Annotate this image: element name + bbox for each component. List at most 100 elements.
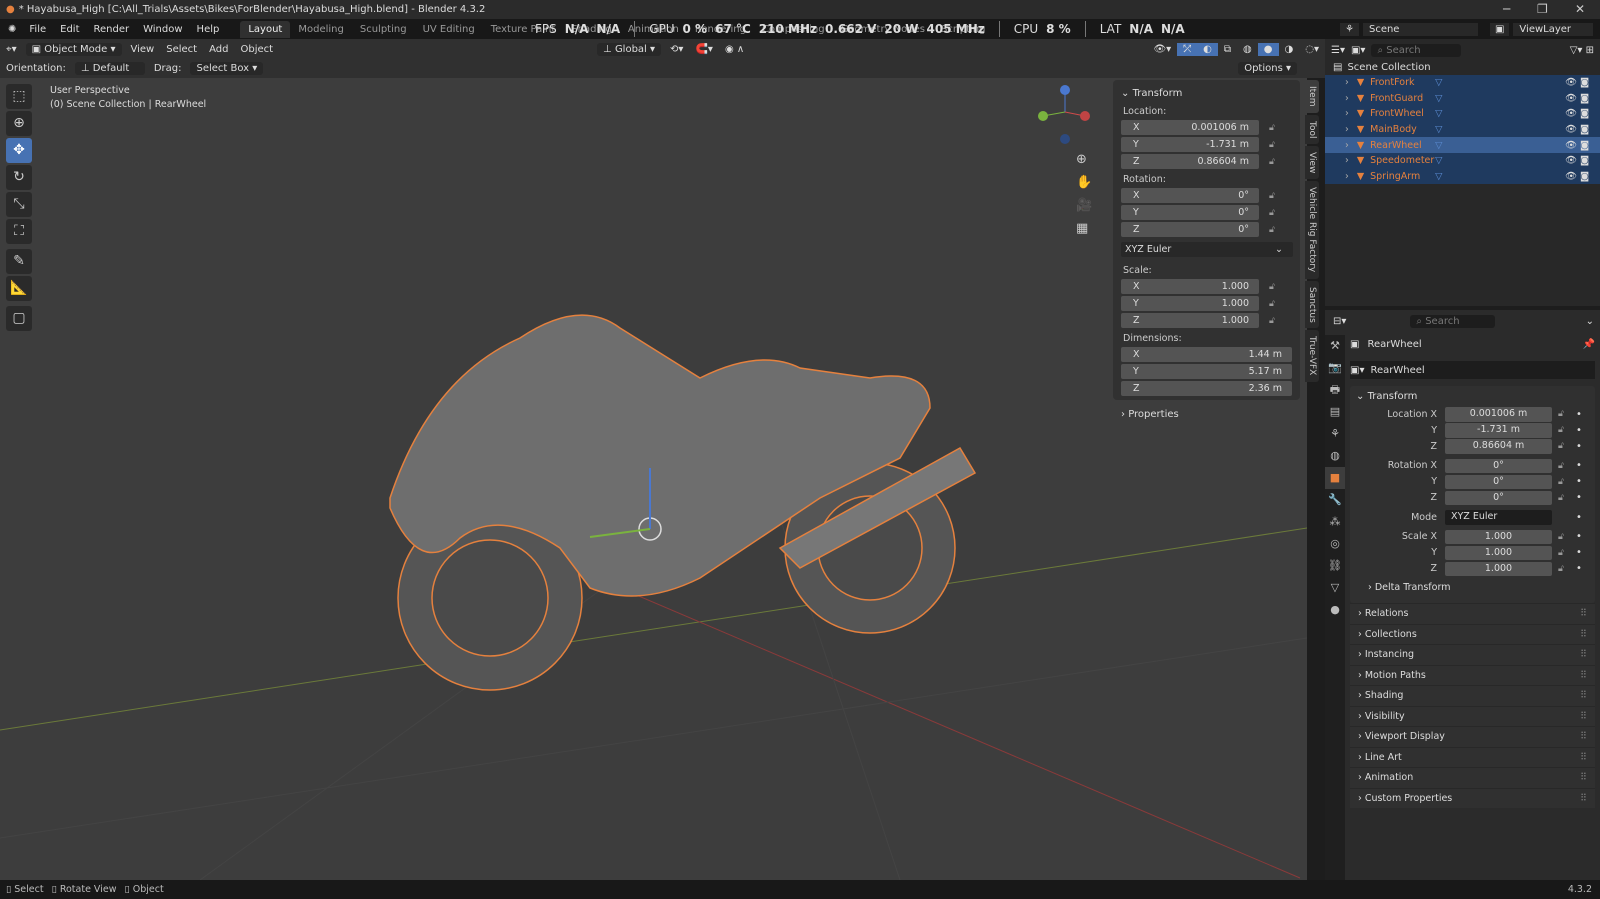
tab-modeling[interactable]: Modeling: [290, 21, 352, 38]
location-y-field[interactable]: Y -1.731 m: [1121, 137, 1259, 152]
location-z-field[interactable]: Z 0.86604 m: [1121, 154, 1259, 169]
menu-render[interactable]: Render: [87, 24, 137, 35]
properties-tab-tool-icon[interactable]: ⚒: [1325, 335, 1345, 357]
sidebar-tab-view[interactable]: View: [1305, 145, 1319, 180]
material-shading-icon[interactable]: ◑: [1279, 43, 1300, 56]
location-x-field[interactable]: X 0.001006 m: [1121, 120, 1259, 135]
expand-chevron-icon[interactable]: ›: [1345, 155, 1349, 166]
drag-handle-icon[interactable]: ⠿: [1580, 752, 1587, 763]
render-camera-icon[interactable]: ◙: [1580, 171, 1589, 182]
section-motion-paths[interactable]: › Motion Paths ⠿: [1350, 664, 1595, 685]
properties-tab-material-icon[interactable]: ●: [1325, 599, 1345, 621]
section-relations[interactable]: › Relations ⠿: [1350, 603, 1595, 624]
outliner-item[interactable]: › ▼ Speedometer ▽ 👁︎ ◙: [1325, 152, 1600, 169]
render-camera-icon[interactable]: ◙: [1580, 77, 1589, 88]
display-mode-icon[interactable]: ☰▾: [1331, 45, 1345, 56]
rendered-shading-icon[interactable]: ◌▾: [1299, 43, 1325, 56]
filter-icon[interactable]: ▽▾ ⊞: [1570, 45, 1600, 56]
annotate-tool-icon[interactable]: ✎: [6, 249, 32, 274]
properties-tab-physics-icon[interactable]: ◎: [1325, 533, 1345, 555]
sidebar-tab-tool[interactable]: Tool: [1305, 114, 1319, 144]
lock-icon[interactable]: 🔓︎: [1558, 532, 1570, 542]
section-viewport-display[interactable]: › Viewport Display ⠿: [1350, 726, 1595, 747]
section-animation[interactable]: › Animation ⠿: [1350, 767, 1595, 788]
properties-options-icon[interactable]: ⌄: [1586, 316, 1600, 327]
mode-dropdown[interactable]: ▣ Object Mode ▾: [25, 42, 122, 56]
keyframe-dot-icon[interactable]: •: [1576, 476, 1582, 487]
drag-handle-icon[interactable]: ⠿: [1580, 711, 1587, 722]
cursor-tool-icon[interactable]: ⊕: [6, 111, 32, 136]
zoom-icon[interactable]: ⊕: [1076, 148, 1092, 171]
keyframe-dot-icon[interactable]: •: [1576, 460, 1582, 471]
outliner-item[interactable]: › ▼ FrontGuard ▽ 👁︎ ◙: [1325, 90, 1600, 107]
property-value-field[interactable]: 0.001006 m: [1445, 407, 1552, 422]
outliner-item[interactable]: › ▼ RearWheel ▽ 👁︎ ◙: [1325, 137, 1600, 153]
section-custom-properties[interactable]: › Custom Properties ⠿: [1350, 787, 1595, 808]
properties-tab-world-icon[interactable]: ◍: [1325, 445, 1345, 467]
sidebar-tab-item[interactable]: Item: [1305, 80, 1319, 113]
drag-dropdown[interactable]: Select Box ▾: [190, 62, 264, 75]
properties-tab-render-icon[interactable]: 📷: [1325, 357, 1345, 379]
render-camera-icon[interactable]: ◙: [1580, 155, 1589, 166]
expand-chevron-icon[interactable]: ›: [1345, 124, 1349, 135]
properties-tab-view-layer-icon[interactable]: ▤: [1325, 401, 1345, 423]
sidebar-tab-vehicle-rig-factory[interactable]: Vehicle Rig Factory: [1305, 181, 1319, 279]
expand-chevron-icon[interactable]: ›: [1345, 108, 1349, 119]
expand-chevron-icon[interactable]: ›: [1345, 93, 1349, 104]
menu-help[interactable]: Help: [190, 24, 227, 35]
outliner-item[interactable]: › ▼ FrontWheel ▽ 👁︎ ◙: [1325, 106, 1600, 122]
pan-hand-icon[interactable]: ✋: [1076, 171, 1092, 194]
lock-icon[interactable]: 🔓︎: [1269, 316, 1275, 326]
keyframe-dot-icon[interactable]: •: [1576, 512, 1582, 523]
transform-panel-header[interactable]: ⌄ Transform: [1121, 84, 1292, 102]
xray-icon[interactable]: ⧉: [1218, 43, 1237, 56]
properties-tab-scene-icon[interactable]: ⚘: [1325, 423, 1345, 445]
lock-icon[interactable]: 🔓︎: [1558, 548, 1570, 558]
scale-tool-icon[interactable]: ⤡: [6, 192, 32, 217]
drag-handle-icon[interactable]: ⠿: [1580, 649, 1587, 660]
outliner-item[interactable]: › ▼ FrontFork ▽ 👁︎ ◙: [1325, 75, 1600, 91]
measure-tool-icon[interactable]: 📐: [6, 276, 32, 301]
outliner-item[interactable]: › ▼ SpringArm ▽ 👁︎ ◙: [1325, 168, 1600, 185]
scene-icon[interactable]: ⚘: [1340, 22, 1359, 36]
minimize-button[interactable]: ─: [1503, 2, 1510, 16]
section-shading[interactable]: › Shading ⠿: [1350, 685, 1595, 706]
keyframe-dot-icon[interactable]: •: [1576, 492, 1582, 503]
keyframe-dot-icon[interactable]: •: [1576, 425, 1582, 436]
section-collections[interactable]: › Collections ⠿: [1350, 623, 1595, 644]
3d-viewport[interactable]: User Perspective (0) Scene Collection | …: [0, 78, 1307, 880]
transform-section-header[interactable]: ⌄ Transform: [1350, 386, 1595, 406]
properties-tab-output-icon[interactable]: 🖶: [1325, 379, 1345, 401]
outliner-item[interactable]: › ▼ MainBody ▽ 👁︎ ◙: [1325, 121, 1600, 138]
keyframe-dot-icon[interactable]: •: [1576, 441, 1582, 452]
property-value-field[interactable]: 0.86604 m: [1445, 439, 1552, 454]
header-menu-add[interactable]: Add: [203, 43, 234, 56]
editor-type-icon[interactable]: ⌖▾: [0, 43, 23, 56]
tab-uv-editing[interactable]: UV Editing: [415, 21, 483, 38]
gizmo-toggle-icon[interactable]: ⤱: [1177, 42, 1198, 56]
properties-tab-particles-icon[interactable]: ⁂: [1325, 511, 1345, 533]
overlay-toggle-icon[interactable]: ◐: [1197, 42, 1218, 56]
outliner-search[interactable]: ⌕ Search: [1371, 43, 1462, 57]
delta-transform-header[interactable]: › Delta Transform: [1350, 577, 1595, 597]
lock-icon[interactable]: 🔓︎: [1269, 299, 1275, 309]
menu-window[interactable]: Window: [136, 24, 189, 35]
property-value-field[interactable]: 0°: [1445, 474, 1552, 489]
render-camera-icon[interactable]: ◙: [1580, 124, 1589, 135]
lock-icon[interactable]: 🔓︎: [1558, 477, 1570, 487]
property-value-field[interactable]: 1.000: [1445, 545, 1552, 560]
scene-collection-row[interactable]: ▤ Scene Collection: [1325, 60, 1600, 75]
dimensions-x-field[interactable]: X 1.44 m: [1121, 347, 1292, 362]
drag-handle-icon[interactable]: ⠿: [1580, 793, 1587, 804]
wireframe-shading-icon[interactable]: ◍: [1237, 43, 1258, 56]
visibility-eye-icon[interactable]: 👁︎: [1565, 171, 1577, 182]
section-line-art[interactable]: › Line Art ⠿: [1350, 746, 1595, 767]
rotation-x-field[interactable]: X 0°: [1121, 188, 1259, 203]
expand-chevron-icon[interactable]: ›: [1345, 140, 1349, 151]
proportional-edit-icon[interactable]: ◉ ∧: [719, 43, 750, 56]
select-box-tool-icon[interactable]: ⬚: [6, 84, 32, 109]
object-name-field[interactable]: ▣▾ RearWheel: [1350, 361, 1595, 379]
rotation-mode-dropdown[interactable]: XYZ Euler ⌄: [1121, 242, 1293, 257]
transform-orientation-dropdown[interactable]: ⊥ Global ▾: [597, 42, 662, 56]
properties-tab-constraints-icon[interactable]: ⛓: [1325, 555, 1345, 577]
